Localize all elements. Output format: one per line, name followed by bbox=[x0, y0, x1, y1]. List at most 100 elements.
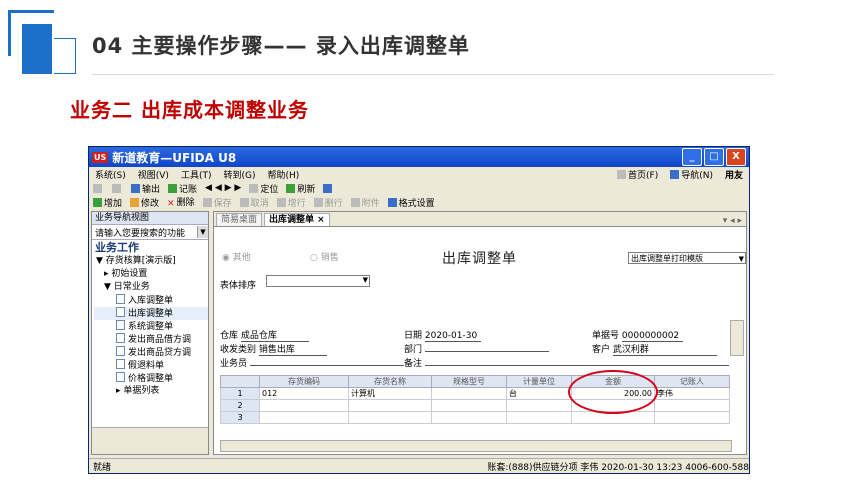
nav-item-daily-business[interactable]: ▼ 日常业务 bbox=[94, 281, 208, 294]
nav-search-dropdown-icon[interactable]: ▼ bbox=[197, 226, 208, 238]
col-item-name: 存货名称 bbox=[348, 375, 432, 388]
delete-row-button[interactable]: 删行 bbox=[313, 196, 343, 209]
app-logo-icon: US bbox=[92, 151, 109, 163]
save-icon bbox=[202, 197, 212, 207]
slide-corner-block bbox=[22, 24, 52, 74]
add-icon bbox=[93, 197, 102, 207]
nav-search[interactable]: 请输入您要搜索的功能 ▼ bbox=[92, 225, 208, 240]
tab-scroll-arrows[interactable]: ▾ ◂ ▸ bbox=[723, 216, 746, 226]
edit-button[interactable]: 修改 bbox=[130, 196, 159, 209]
tab-outbound-adjust[interactable]: 出库调整单 × bbox=[264, 213, 330, 226]
status-bar: 就绪 账套:(888)供应链分项 李伟 2020-01-30 13:23 400… bbox=[89, 458, 749, 473]
refresh-button[interactable]: 刷新 bbox=[286, 182, 315, 195]
nav-item-false-return[interactable]: 假退料单 bbox=[94, 359, 208, 372]
print-template-select[interactable]: 出库调整单打印模版 bbox=[628, 252, 746, 265]
tab-simple-desktop[interactable]: 简易桌面 bbox=[216, 213, 263, 226]
document-icon bbox=[116, 307, 125, 317]
add-row-button[interactable]: 增行 bbox=[276, 196, 306, 209]
menu-view[interactable]: 视图(V) bbox=[138, 168, 169, 181]
nav-item-outbound-adjust[interactable]: 出库调整单 bbox=[94, 307, 208, 320]
menu-tools[interactable]: 工具(T) bbox=[181, 168, 212, 181]
receive-type-field[interactable]: 收发类别 销售出库 bbox=[220, 342, 327, 356]
post-button[interactable]: 记账 bbox=[168, 182, 197, 195]
maximize-button[interactable]: □ bbox=[704, 148, 724, 166]
attachment-button[interactable]: 附件 bbox=[350, 196, 380, 209]
nav-item-shipped-credit[interactable]: 发出商品贷方调 bbox=[94, 346, 208, 359]
nav-item-doc-list[interactable]: ▸ 单据列表 bbox=[94, 385, 208, 398]
refresh-icon bbox=[286, 183, 296, 193]
table-row[interactable]: 3 bbox=[220, 411, 730, 424]
document-icon bbox=[116, 294, 125, 304]
nav-item-shipped-debit[interactable]: 发出商品借方调 bbox=[94, 333, 208, 346]
window-titlebar[interactable]: US 新道教育—UFIDA U8 _ □ X bbox=[89, 147, 749, 167]
format-icon bbox=[387, 197, 397, 207]
nav-item-inbound-adjust[interactable]: 入库调整单 bbox=[94, 294, 208, 307]
format-settings-button[interactable]: 格式设置 bbox=[387, 196, 435, 209]
navigation-icon bbox=[670, 169, 680, 179]
menubar: 系统(S) 视图(V) 工具(T) 转到(G) 帮助(H) 首页(F) 导航(N… bbox=[89, 167, 749, 181]
nav-link[interactable]: 导航(N) bbox=[670, 168, 713, 181]
sort-select[interactable] bbox=[266, 275, 370, 287]
cancel-button[interactable]: 取消 bbox=[239, 196, 269, 209]
main-document-area: 简易桌面 出库调整单 × ▾ ◂ ▸ ◉ 其他 ○ 销售 出库调整单 出库调整单… bbox=[213, 211, 747, 455]
post-icon bbox=[168, 183, 178, 193]
export-button[interactable]: 输出 bbox=[131, 182, 160, 195]
sort-label: 表体排序 bbox=[220, 281, 257, 291]
nav-item-inventory[interactable]: ▼ 存货核算[演示版] bbox=[94, 255, 208, 268]
slide-subtitle: 业务二 出库成本调整业务 bbox=[70, 98, 309, 122]
close-button[interactable]: X bbox=[726, 148, 746, 166]
radio-other[interactable]: ◉ 其他 bbox=[222, 250, 251, 263]
home-link[interactable]: 首页(F) bbox=[617, 168, 658, 181]
export-icon bbox=[131, 183, 140, 193]
salesman-field[interactable]: 业务员 bbox=[220, 356, 404, 369]
menu-help[interactable]: 帮助(H) bbox=[267, 168, 299, 181]
remark-field[interactable]: 备注 bbox=[404, 356, 729, 369]
delete-button[interactable]: ✕ 删除 bbox=[167, 195, 195, 209]
form-title: 出库调整单 bbox=[442, 251, 517, 267]
dept-field[interactable]: 部门 bbox=[404, 342, 549, 355]
attachment-icon bbox=[350, 197, 360, 207]
toolbar-bottom: 增加 修改 ✕ 删除 保存 取消 增行 删行 附件 格式设置 bbox=[89, 195, 749, 209]
u8-window: US 新道教育—UFIDA U8 _ □ X 系统(S) 视图(V) 工具(T)… bbox=[88, 146, 750, 474]
menu-goto[interactable]: 转到(G) bbox=[223, 168, 255, 181]
tab-bar: 简易桌面 出库调整单 × ▾ ◂ ▸ bbox=[214, 212, 746, 227]
nav-item-system-adjust[interactable]: 系统调整单 bbox=[94, 320, 208, 333]
nav-panel-header: 业务导航视图 bbox=[92, 212, 208, 225]
home-icon bbox=[617, 169, 627, 179]
nav-item-initial-setup[interactable]: ▸ 初始设置 bbox=[94, 268, 208, 281]
toolbar-top: 输出 记账 ◀ ◀ ▶ ▶ 定位 刷新 bbox=[89, 181, 749, 195]
document-icon bbox=[116, 359, 125, 369]
window-title: 新道教育—UFIDA U8 bbox=[112, 150, 237, 165]
minimize-button[interactable]: _ bbox=[682, 148, 702, 166]
customer-field[interactable]: 客户 武汉利群 bbox=[592, 342, 717, 356]
add-button[interactable]: 增加 bbox=[93, 196, 122, 209]
document-icon bbox=[116, 333, 125, 343]
print-icon[interactable] bbox=[93, 183, 102, 193]
preview-icon[interactable] bbox=[112, 183, 121, 193]
nav-bottom-toolbar bbox=[92, 427, 208, 454]
col-item-code: 存货编码 bbox=[259, 375, 349, 388]
grid-horizontal-scrollbar[interactable] bbox=[220, 440, 732, 452]
header-scrollbar[interactable] bbox=[730, 320, 744, 356]
locate-icon bbox=[249, 183, 259, 193]
delete-icon: ✕ bbox=[167, 199, 175, 209]
locate-button[interactable]: 定位 bbox=[249, 182, 278, 195]
save-button[interactable]: 保存 bbox=[202, 196, 232, 209]
help-icon[interactable] bbox=[323, 183, 333, 193]
brand-label: 用友 bbox=[724, 170, 743, 181]
nav-tree: ▼ 存货核算[演示版] ▸ 初始设置 ▼ 日常业务 入库调整单 出库调整单 系统… bbox=[92, 255, 208, 398]
date-field[interactable]: 日期 2020-01-30 bbox=[404, 328, 482, 342]
document-icon bbox=[116, 320, 125, 330]
warehouse-field[interactable]: 仓库 成品仓库 bbox=[220, 328, 309, 342]
radio-sales[interactable]: ○ 销售 bbox=[310, 250, 339, 263]
slide-title: 04 主要操作步骤—— 录入出库调整单 bbox=[92, 34, 470, 58]
delete-row-icon bbox=[313, 197, 323, 207]
slide-corner-box bbox=[54, 38, 76, 74]
nav-arrows[interactable]: ◀ ◀ ▶ ▶ bbox=[205, 183, 241, 193]
menu-system[interactable]: 系统(S) bbox=[95, 168, 126, 181]
nav-search-input[interactable]: 请输入您要搜索的功能 bbox=[95, 226, 185, 239]
document-icon bbox=[116, 372, 125, 382]
nav-section-title: 业务工作 bbox=[95, 241, 139, 254]
col-spec: 规格型号 bbox=[431, 375, 507, 388]
nav-item-price-adjust[interactable]: 价格调整单 bbox=[94, 372, 208, 385]
